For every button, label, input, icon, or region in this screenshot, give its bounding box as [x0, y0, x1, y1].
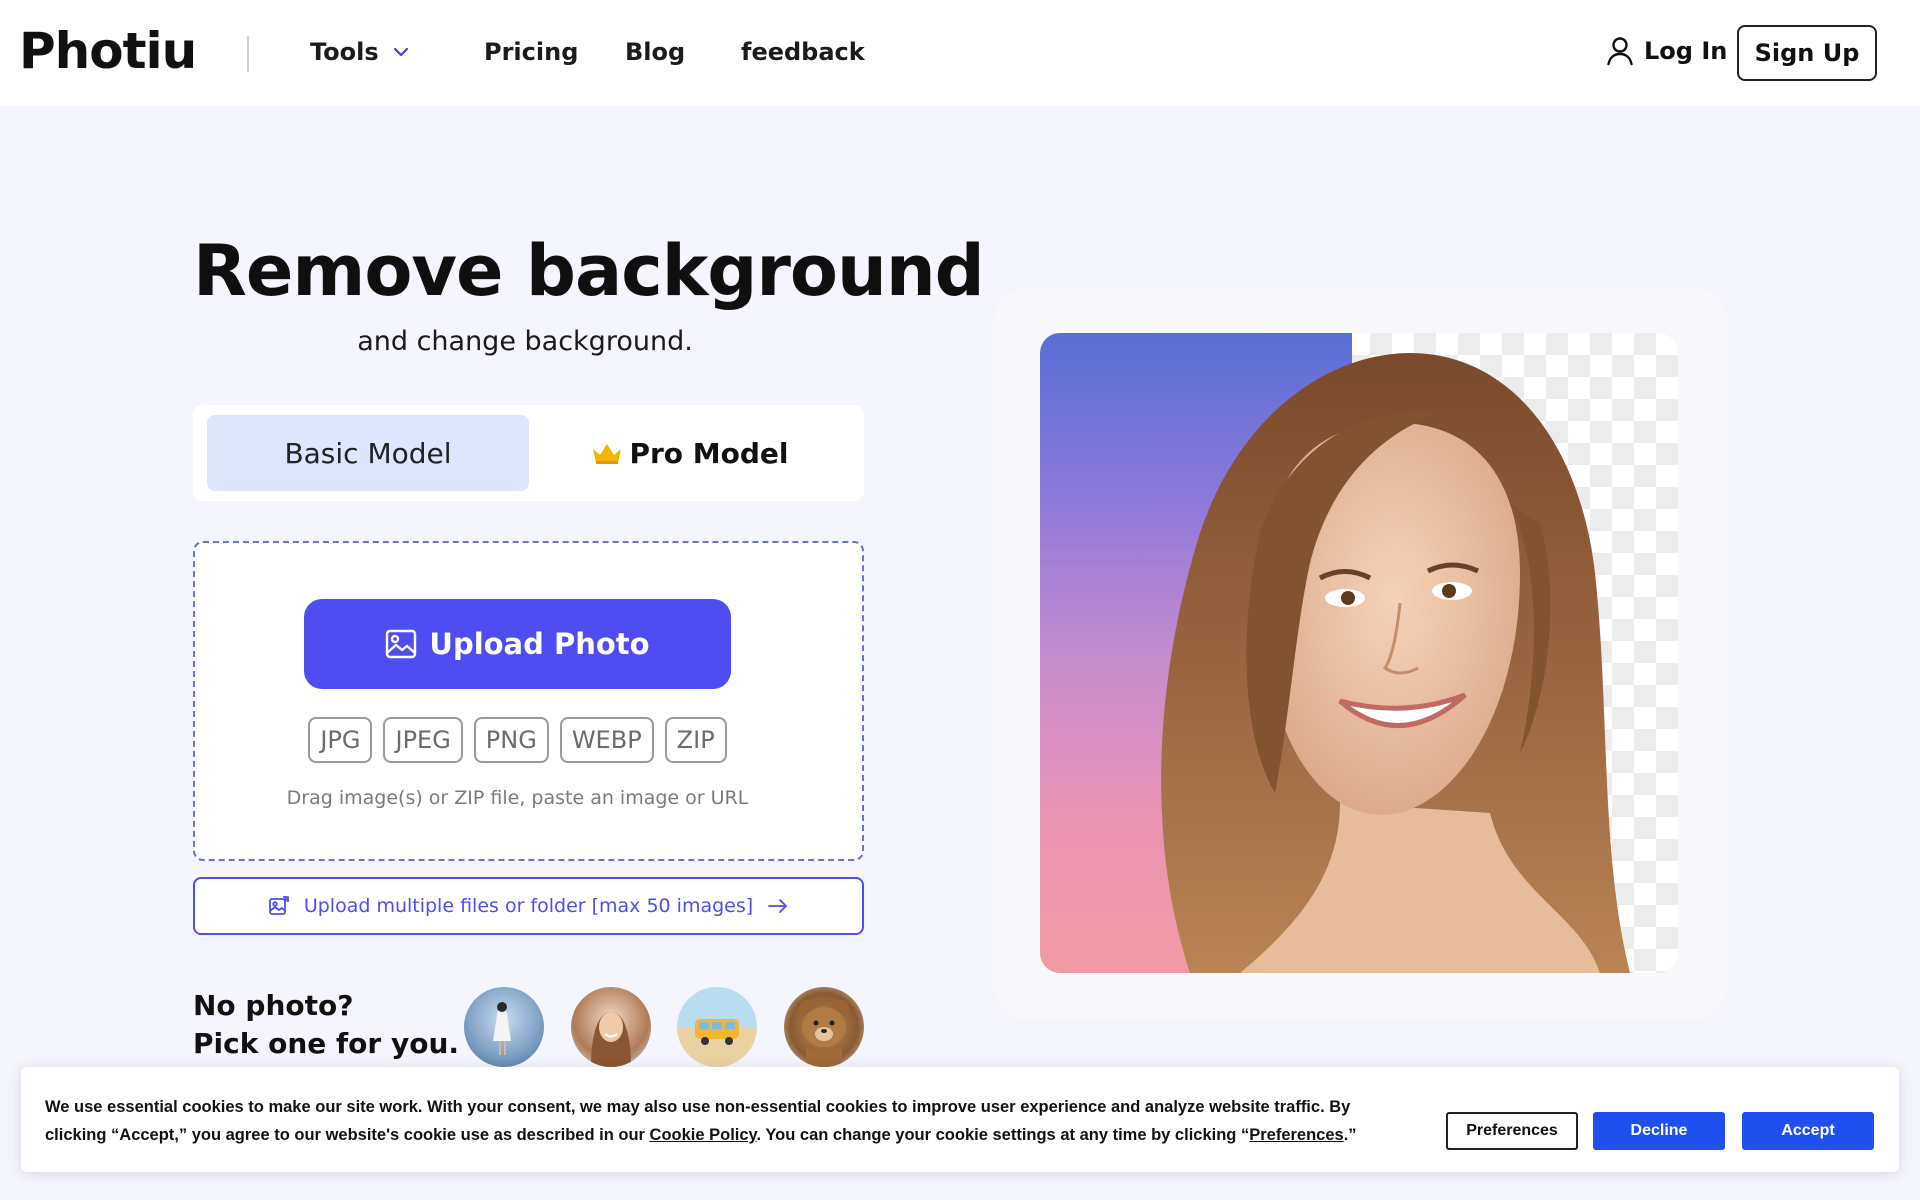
- sample-image-smiling-woman[interactable]: [571, 987, 651, 1067]
- cookie-banner: We use essential cookies to make our sit…: [21, 1067, 1899, 1172]
- format-badge: PNG: [473, 717, 549, 763]
- user-icon: [1607, 37, 1633, 66]
- cookie-preferences-button[interactable]: Preferences: [1446, 1112, 1578, 1150]
- signup-button[interactable]: Sign Up: [1737, 25, 1877, 81]
- sample-prompt-line1: No photo?: [193, 989, 354, 1022]
- gallery-icon: [268, 896, 289, 915]
- upload-photo-label: Upload Photo: [429, 627, 650, 661]
- cookie-accept-button[interactable]: Accept: [1742, 1112, 1874, 1150]
- nav-tools-label: Tools: [310, 38, 379, 66]
- sample-prompt-line2: Pick one for you.: [193, 1027, 460, 1060]
- sample-image-van[interactable]: [677, 987, 757, 1067]
- upload-multiple-label: Upload multiple files or folder [max 50 …: [303, 895, 754, 917]
- format-list: JPG JPEG PNG WEBP ZIP: [195, 717, 840, 763]
- format-badge: JPEG: [383, 717, 463, 763]
- page-subtitle: and change background.: [357, 326, 693, 357]
- format-badge: WEBP: [559, 717, 654, 763]
- sample-image-teddy-bear[interactable]: [784, 987, 864, 1067]
- cookie-preferences-link[interactable]: Preferences: [1249, 1126, 1343, 1144]
- nav-pricing[interactable]: Pricing: [484, 38, 578, 66]
- cookie-text-part2: . You can change your cookie settings at…: [756, 1126, 1250, 1144]
- image-icon: [386, 629, 417, 659]
- login-link[interactable]: Log In: [1606, 36, 1727, 66]
- cookie-text: We use essential cookies to make our sit…: [45, 1093, 1415, 1149]
- cookie-decline-button[interactable]: Decline: [1593, 1112, 1725, 1150]
- cookie-text-part3: .”: [1343, 1126, 1357, 1144]
- page-title: Remove background: [193, 230, 985, 312]
- format-badge: JPG: [308, 717, 373, 763]
- nav-feedback[interactable]: feedback: [741, 38, 865, 66]
- hero-image: [1040, 333, 1678, 973]
- logo[interactable]: Photiu: [19, 22, 197, 80]
- sample-image-woman-beach[interactable]: [464, 987, 544, 1067]
- nav-blog[interactable]: Blog: [625, 38, 685, 66]
- pro-model-label: Pro Model: [629, 436, 789, 470]
- basic-model-tab[interactable]: Basic Model: [207, 415, 529, 491]
- model-switch: Basic Model Pro Model: [193, 405, 864, 501]
- arrow-right-icon: [768, 899, 788, 913]
- upload-photo-button[interactable]: Upload Photo: [304, 599, 731, 689]
- chevron-down-icon: [393, 47, 408, 57]
- site-header: Photiu Tools Pricing Blog feedback Log I…: [0, 0, 1920, 106]
- drag-hint: Drag image(s) or ZIP file, paste an imag…: [286, 787, 749, 809]
- pro-model-tab[interactable]: Pro Model: [529, 415, 851, 491]
- nav-tools[interactable]: Tools: [310, 38, 411, 66]
- format-badge: ZIP: [664, 717, 727, 763]
- crown-icon: [593, 444, 622, 464]
- upload-dropzone[interactable]: Upload Photo JPG JPEG PNG WEBP ZIP Drag …: [193, 541, 864, 861]
- cookie-policy-link[interactable]: Cookie Policy: [650, 1126, 757, 1144]
- header-divider: [247, 36, 249, 72]
- login-label: Log In: [1644, 37, 1728, 65]
- upload-multiple-button[interactable]: Upload multiple files or folder [max 50 …: [193, 877, 864, 935]
- sample-prompt: No photo? Pick one for you.: [193, 987, 459, 1063]
- portrait-woman-image: [1161, 353, 1630, 973]
